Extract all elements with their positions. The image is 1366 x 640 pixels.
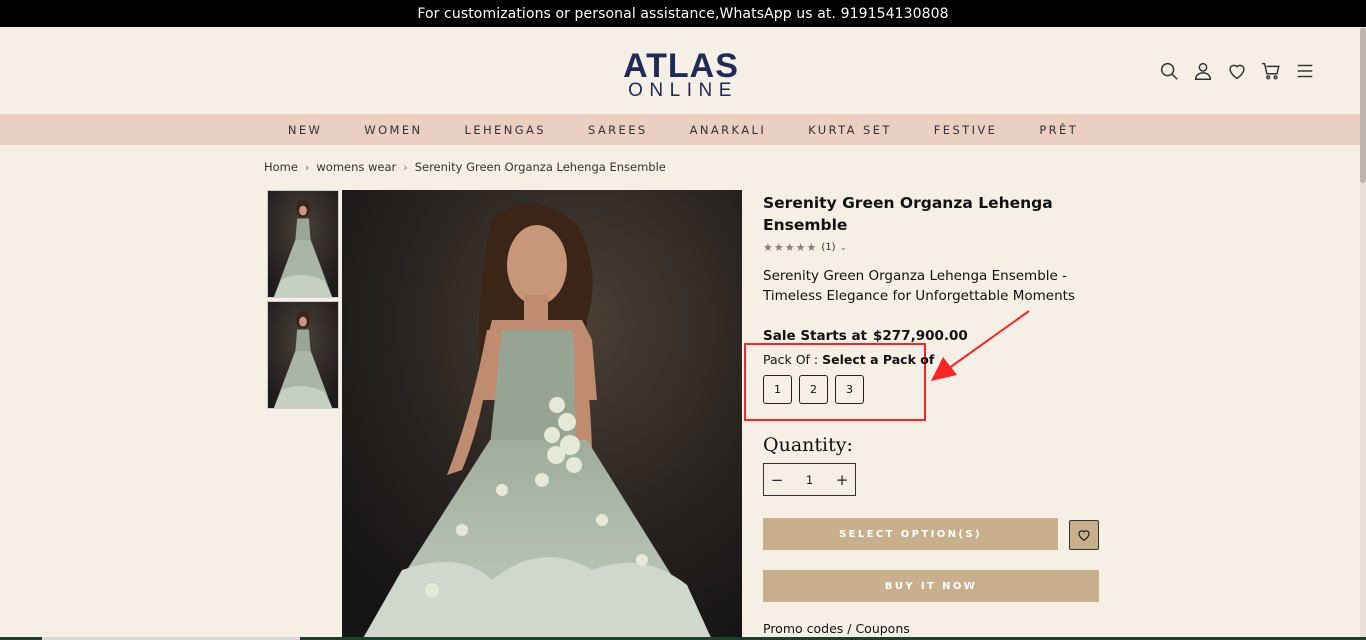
product-thumbnails [267, 190, 339, 412]
site-header: ATLAS ONLINE [0, 27, 1366, 114]
cart-icon[interactable] [1260, 60, 1282, 82]
pack-option-3[interactable]: 3 [835, 375, 864, 404]
pack-option-1[interactable]: 1 [763, 375, 792, 404]
chevron-down-icon: ⌄ [839, 242, 848, 253]
breadcrumb-home[interactable]: Home [264, 160, 298, 174]
pack-option-2[interactable]: 2 [799, 375, 828, 404]
wishlist-icon[interactable] [1226, 60, 1248, 82]
breadcrumb: Home › womens wear › Serenity Green Orga… [264, 160, 666, 174]
chevron-right-icon: › [304, 160, 310, 174]
account-icon[interactable] [1192, 60, 1214, 82]
header-icons [1158, 60, 1316, 82]
nav-item-new[interactable]: NEW [267, 123, 343, 137]
rating-count: (1) [821, 242, 836, 253]
product-thumbnail[interactable] [267, 301, 339, 409]
nav-item-kurta-set[interactable]: KURTA SET [787, 123, 913, 137]
quantity-stepper: − + [763, 463, 856, 496]
breadcrumb-category[interactable]: womens wear [316, 160, 396, 174]
buy-now-button[interactable]: BUY IT NOW [763, 570, 1099, 602]
nav-item-sarees[interactable]: SAREES [567, 123, 669, 137]
nav-item-festive[interactable]: FESTIVE [913, 123, 1019, 137]
annotation-arrow-icon [931, 310, 1030, 381]
product-title: Serenity Green Organza Lehenga Ensemble [763, 194, 1053, 234]
pack-of-title: Pack Of : [763, 352, 819, 367]
product-rating[interactable]: ★★★★★ (1) ⌄ [763, 241, 1103, 254]
nav-item-women[interactable]: WOMEN [343, 123, 443, 137]
select-options-button[interactable]: SELECT OPTION(S) [763, 518, 1058, 550]
menu-icon[interactable] [1294, 60, 1316, 82]
announcement-bar: For customizations or personal assistanc… [0, 0, 1366, 27]
pack-options: 1 2 3 [763, 375, 864, 404]
quantity-decrease-button[interactable]: − [770, 471, 784, 489]
star-rating-icon: ★★★★★ [763, 241, 818, 254]
site-logo[interactable]: ATLAS ONLINE [617, 47, 745, 101]
chevron-right-icon: › [403, 160, 408, 174]
main-navigation: NEW WOMEN LEHENGAS SAREES ANARKALI KURTA… [0, 114, 1366, 145]
quantity-increase-button[interactable]: + [835, 471, 849, 489]
promo-codes-link[interactable]: Promo codes / Coupons [763, 621, 910, 636]
logo-subtitle: ONLINE [628, 80, 738, 101]
breadcrumb-current: Serenity Green Organza Lehenga Ensemble [414, 160, 666, 174]
search-icon[interactable] [1158, 60, 1180, 82]
pack-of-label: Pack Of : Select a Pack of [763, 352, 934, 367]
pack-of-selected: Select a Pack of [822, 352, 935, 367]
nav-item-anarkali[interactable]: ANARKALI [669, 123, 788, 137]
product-thumbnail[interactable] [267, 190, 339, 298]
price-label: Sale Starts at [763, 328, 868, 344]
nav-item-pret[interactable]: PRÊT [1018, 123, 1099, 137]
quantity-input[interactable] [794, 472, 825, 487]
product-main-image[interactable] [342, 190, 742, 640]
nav-item-lehengas[interactable]: LEHENGAS [444, 123, 567, 137]
logo-wordmark: ATLAS [623, 47, 739, 85]
quantity-label: Quantity: [763, 434, 853, 456]
heart-icon [1078, 530, 1090, 542]
product-description: Serenity Green Organza Lehenga Ensemble … [763, 268, 1075, 304]
add-to-wishlist-button[interactable] [1069, 520, 1099, 550]
announcement-text: For customizations or personal assistanc… [417, 5, 949, 22]
scrollbar-thumb[interactable] [1360, 28, 1366, 183]
